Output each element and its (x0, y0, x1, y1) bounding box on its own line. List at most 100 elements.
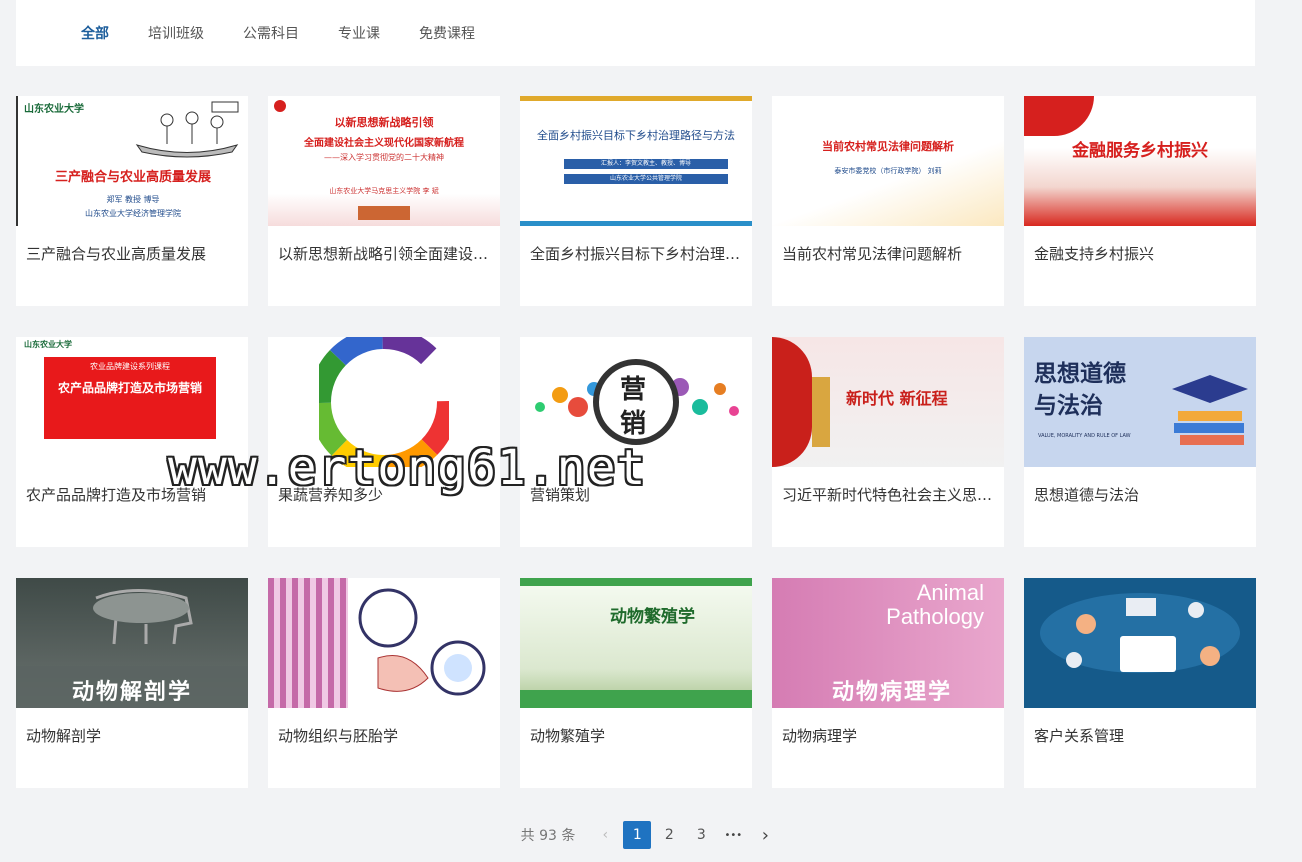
tiananmen-icon (358, 206, 410, 220)
logo-text: 山东农业大学 (24, 104, 84, 115)
thumb-headline: 全面乡村振兴目标下乡村治理路径与方法 (537, 129, 735, 142)
thumb-line4: 山东农业大学马克思主义学院 李 斌 (329, 187, 439, 195)
thumb-headline: 动物繁殖学 (610, 607, 695, 627)
course-card[interactable]: Animal Pathology 动物病理学 动物病理学 (772, 578, 1004, 788)
course-thumbnail: 全面乡村振兴目标下乡村治理路径与方法 汇报人：李贺文教主、教授、博导 山东农业大… (520, 96, 752, 226)
page-button-1[interactable]: 1 (623, 821, 652, 849)
thumb-sub: VALUE, MORALITY AND RULE OF LAW (1038, 433, 1131, 439)
course-card[interactable]: 思想道德 与法治 VALUE, MORALITY AND RULE OF LAW… (1024, 337, 1256, 547)
thumb-headline: 农产品品牌打造及市场营销 (57, 381, 202, 395)
tab-free-courses[interactable]: 免费课程 (419, 23, 475, 43)
course-title[interactable]: 动物解剖学 (16, 725, 248, 746)
cow-skeleton-image (93, 589, 193, 645)
huabiao-pillar-icon (812, 377, 830, 447)
course-title[interactable]: 动物组织与胚胎学 (268, 725, 500, 746)
fruit-wheel-image (319, 337, 449, 467)
thumb-series: 农业品牌建设系列课程 (90, 362, 170, 371)
tissue-micrograph-image (268, 578, 348, 708)
course-card[interactable]: 动物繁殖学 动物繁殖学 (520, 578, 752, 788)
thumb-org: 山东农业大学经济管理学院 (85, 209, 181, 218)
course-title[interactable]: 三产融合与农业高质量发展 (16, 243, 248, 264)
thumb-headline: 金融服务乡村振兴 (1072, 141, 1208, 161)
books-graduation-cap-icon (1172, 375, 1248, 445)
red-curtain-decoration (772, 337, 812, 467)
thumb-line2: 全面建设社会主义现代化国家新航程 (304, 138, 464, 149)
course-card[interactable]: 新时代 新征程 习近平新时代特色社会主义思想概论 (772, 337, 1004, 547)
course-thumbnail: Animal Pathology 动物病理学 (772, 578, 1004, 708)
course-title[interactable]: 农产品品牌打造及市场营销 (16, 484, 248, 505)
course-thumbnail: 动物解剖学 (16, 578, 248, 708)
course-card[interactable]: 全面乡村振兴目标下乡村治理路径与方法 汇报人：李贺文教主、教授、博导 山东农业大… (520, 96, 752, 306)
course-card[interactable]: 营 销 营销策划 (520, 337, 752, 547)
page-button-2[interactable]: 2 (655, 821, 683, 849)
red-banner: 农业品牌建设系列课程 农产品品牌打造及市场营销 (44, 357, 216, 439)
course-title[interactable]: 习近平新时代特色社会主义思想概论 (772, 484, 1004, 505)
course-title[interactable]: 动物病理学 (772, 725, 1004, 746)
course-card[interactable]: 客户关系管理 (1024, 578, 1256, 788)
course-thumbnail (268, 337, 500, 467)
course-title[interactable]: 当前农村常见法律问题解析 (772, 243, 1004, 264)
thumb-line3: ——深入学习贯彻党的二十大精神 (324, 153, 444, 162)
course-card[interactable]: 果蔬营养知多少 (268, 337, 500, 547)
course-thumbnail: 金融服务乡村振兴 (1024, 96, 1256, 226)
course-title[interactable]: 金融支持乡村振兴 (1024, 243, 1256, 264)
thumb-byline: 泰安市委党校（市行政学院） 刘莉 (834, 167, 942, 175)
thumb-headline: 新时代 新征程 (846, 389, 948, 408)
category-tabs: 全部 培训班级 公需科目 专业课 免费课程 (16, 0, 1255, 66)
pagination: 共 93 条 ‹ 1 2 3 ••• › (0, 820, 1302, 850)
course-title[interactable]: 以新思想新战略引领全面建设社会主义现代化国家新航程 (268, 243, 500, 264)
course-thumbnail: 山东农业大学 农业品牌建设系列课程 农产品品牌打造及市场营销 (16, 337, 248, 467)
green-band-top (520, 578, 752, 586)
thumb-char1: 营 (620, 375, 647, 405)
course-thumbnail: 当前农村常见法律问题解析 泰安市委党校（市行政学院） 刘莉 (772, 96, 1004, 226)
course-card[interactable]: 山东农业大学 农业品牌建设系列课程 农产品品牌打造及市场营销 农产品品牌打造及市… (16, 337, 248, 547)
course-title[interactable]: 思想道德与法治 (1024, 484, 1256, 505)
thumb-line1: 以新思想新战略引领 (334, 116, 434, 129)
course-card[interactable]: 当前农村常见法律问题解析 泰安市委党校（市行政学院） 刘莉 当前农村常见法律问题… (772, 96, 1004, 306)
course-thumbnail: 新时代 新征程 (772, 337, 1004, 467)
next-page-chevron-icon[interactable]: › (751, 821, 779, 849)
logo-text: 山东农业大学 (24, 340, 72, 349)
tab-all[interactable]: 全部 (81, 23, 109, 43)
cartoon-illustration (135, 101, 239, 158)
red-flag-decoration (1024, 96, 1094, 136)
thumb-bar2: 山东农业大学公共管理学院 (564, 174, 728, 184)
prev-page-chevron-icon[interactable]: ‹ (591, 821, 619, 849)
course-grid: 山东农业大学 三产融合与农业高质量发展 郑军 教授 博导 山东农业大学经济管理学… (16, 96, 1256, 788)
course-thumbnail (268, 578, 500, 708)
thumb-en1: Animal (916, 580, 984, 605)
thumb-headline: 当前农村常见法律问题解析 (822, 140, 954, 153)
course-title[interactable]: 客户关系管理 (1024, 725, 1256, 746)
tab-public-required[interactable]: 公需科目 (243, 23, 299, 43)
course-card[interactable]: 动物组织与胚胎学 (268, 578, 500, 788)
thumb-char2: 销 (620, 409, 647, 439)
course-thumbnail: 动物繁殖学 (520, 578, 752, 708)
thumb-headline: 动物病理学 (832, 680, 953, 705)
more-pages-ellipsis-icon[interactable]: ••• (719, 821, 747, 849)
tab-professional[interactable]: 专业课 (338, 23, 380, 43)
thumb-en2: Pathology (886, 604, 984, 629)
course-title[interactable]: 果蔬营养知多少 (268, 484, 500, 505)
course-thumbnail: 营 销 (520, 337, 752, 467)
green-band-bottom (520, 690, 752, 708)
course-card[interactable]: 金融服务乡村振兴 金融支持乡村振兴 (1024, 96, 1256, 306)
tab-training-class[interactable]: 培训班级 (148, 23, 204, 43)
histology-diagram-image (358, 588, 486, 696)
page-button-3[interactable]: 3 (687, 821, 715, 849)
thumb-line1: 思想道德 (1034, 361, 1126, 387)
course-card[interactable]: 山东农业大学 三产融合与农业高质量发展 郑军 教授 博导 山东农业大学经济管理学… (16, 96, 248, 306)
course-thumbnail: 山东农业大学 三产融合与农业高质量发展 郑军 教授 博导 山东农业大学经济管理学… (16, 96, 248, 226)
course-title[interactable]: 营销策划 (520, 484, 752, 505)
course-thumbnail: 以新思想新战略引领 全面建设社会主义现代化国家新航程 ——深入学习贯彻党的二十大… (268, 96, 500, 226)
thumb-headline: 三产融合与农业高质量发展 (54, 170, 211, 185)
course-thumbnail: 思想道德 与法治 VALUE, MORALITY AND RULE OF LAW (1024, 337, 1256, 467)
course-title[interactable]: 动物繁殖学 (520, 725, 752, 746)
crm-network-illustration (1040, 593, 1240, 673)
course-thumbnail (1024, 578, 1256, 708)
thumb-byline: 郑军 教授 博导 (106, 195, 160, 204)
course-card[interactable]: 动物解剖学 动物解剖学 (16, 578, 248, 788)
course-card[interactable]: 以新思想新战略引领 全面建设社会主义现代化国家新航程 ——深入学习贯彻党的二十大… (268, 96, 500, 306)
course-title[interactable]: 全面乡村振兴目标下乡村治理路径与方法 (520, 243, 752, 264)
pagination-total: 共 93 条 (520, 828, 576, 844)
thumb-line2: 与法治 (1034, 393, 1103, 419)
